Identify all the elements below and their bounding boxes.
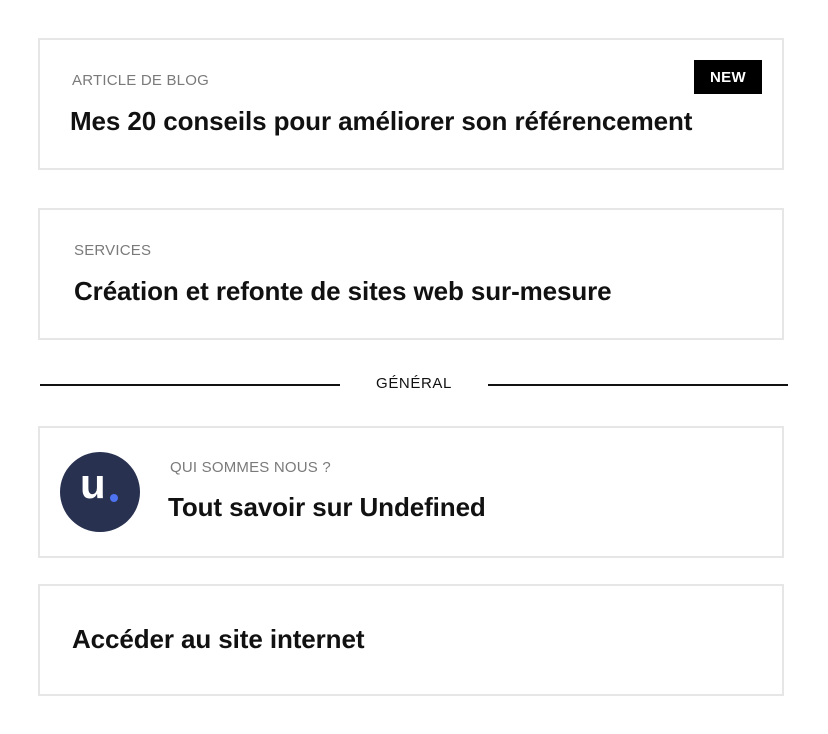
new-badge: NEW xyxy=(694,60,762,94)
card-title: Accéder au site internet xyxy=(72,624,365,654)
services-card[interactable]: SERVICES Création et refonte de sites we… xyxy=(38,208,784,340)
logo-dot xyxy=(110,494,118,502)
section-label: GÉNÉRAL xyxy=(376,375,452,392)
logo-letter: u xyxy=(80,460,106,507)
card-category-label: SERVICES xyxy=(74,242,152,259)
card-title: Tout savoir sur Undefined xyxy=(168,492,486,522)
website-link-card[interactable]: Accéder au site internet xyxy=(38,584,784,696)
card-title: Mes 20 conseils pour améliorer son référ… xyxy=(70,106,693,136)
brand-logo-avatar: u xyxy=(60,452,140,532)
card-category-label: ARTICLE DE BLOG xyxy=(72,72,209,89)
divider-line-right xyxy=(488,384,788,386)
blog-article-card[interactable]: ARTICLE DE BLOG NEW Mes 20 conseils pour… xyxy=(38,38,784,170)
card-title: Création et refonte de sites web sur-mes… xyxy=(74,276,612,306)
card-category-label: QUI SOMMES NOUS ? xyxy=(170,459,331,476)
section-divider: GÉNÉRAL xyxy=(38,366,788,404)
about-us-card[interactable]: u QUI SOMMES NOUS ? Tout savoir sur Unde… xyxy=(38,426,784,558)
divider-line-left xyxy=(40,384,340,386)
